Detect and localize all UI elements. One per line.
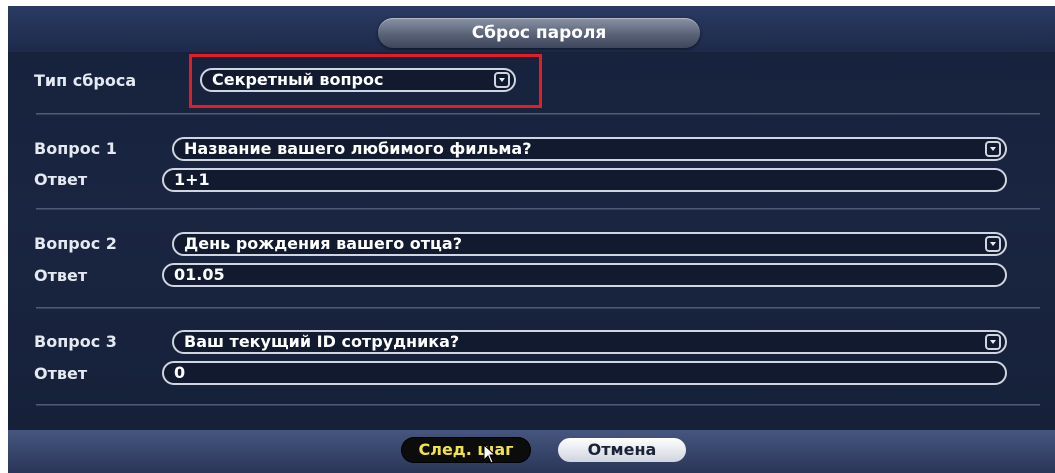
next-step-button[interactable]: След. шаг (402, 438, 530, 462)
dialog-title: Сброс пароля (378, 18, 700, 48)
password-reset-dialog: Сброс пароля Тип сброса Секретный вопрос… (8, 6, 1055, 473)
question-2-select[interactable]: День рождения вашего отца? (172, 232, 1007, 256)
chevron-down-icon[interactable] (985, 334, 1001, 350)
divider (36, 404, 1040, 406)
answer-3-value: 0 (174, 363, 186, 382)
title-bar: Сброс пароля (8, 6, 1055, 52)
cancel-button[interactable]: Отмена (558, 438, 686, 462)
mouse-cursor-icon (483, 444, 497, 464)
question-3-value: Ваш текущий ID сотрудника? (184, 332, 460, 351)
button-bar: След. шаг Отмена (8, 430, 1055, 473)
divider (36, 307, 1040, 309)
question-3-select[interactable]: Ваш текущий ID сотрудника? (172, 330, 1007, 354)
question-1-value: Название вашего любимого фильма? (184, 139, 532, 158)
question-2-label: Вопрос 2 (34, 234, 117, 253)
answer-3-input[interactable]: 0 (162, 361, 1007, 385)
answer-2-value: 01.05 (174, 265, 225, 284)
answer-1-label: Ответ (34, 170, 88, 189)
question-2-value: День рождения вашего отца? (184, 234, 462, 253)
chevron-down-icon[interactable] (985, 141, 1001, 157)
divider (36, 208, 1040, 210)
question-1-label: Вопрос 1 (34, 139, 117, 158)
question-1-select[interactable]: Название вашего любимого фильма? (172, 137, 1007, 161)
question-3-label: Вопрос 3 (34, 332, 117, 351)
divider (36, 113, 1040, 115)
answer-3-label: Ответ (34, 364, 88, 383)
reset-type-label: Тип сброса (34, 71, 137, 90)
answer-1-value: 1+1 (174, 170, 210, 189)
answer-1-input[interactable]: 1+1 (162, 168, 1007, 192)
chevron-down-icon[interactable] (985, 236, 1001, 252)
answer-2-label: Ответ (34, 266, 88, 285)
highlight-box (189, 54, 542, 108)
answer-2-input[interactable]: 01.05 (162, 263, 1007, 287)
